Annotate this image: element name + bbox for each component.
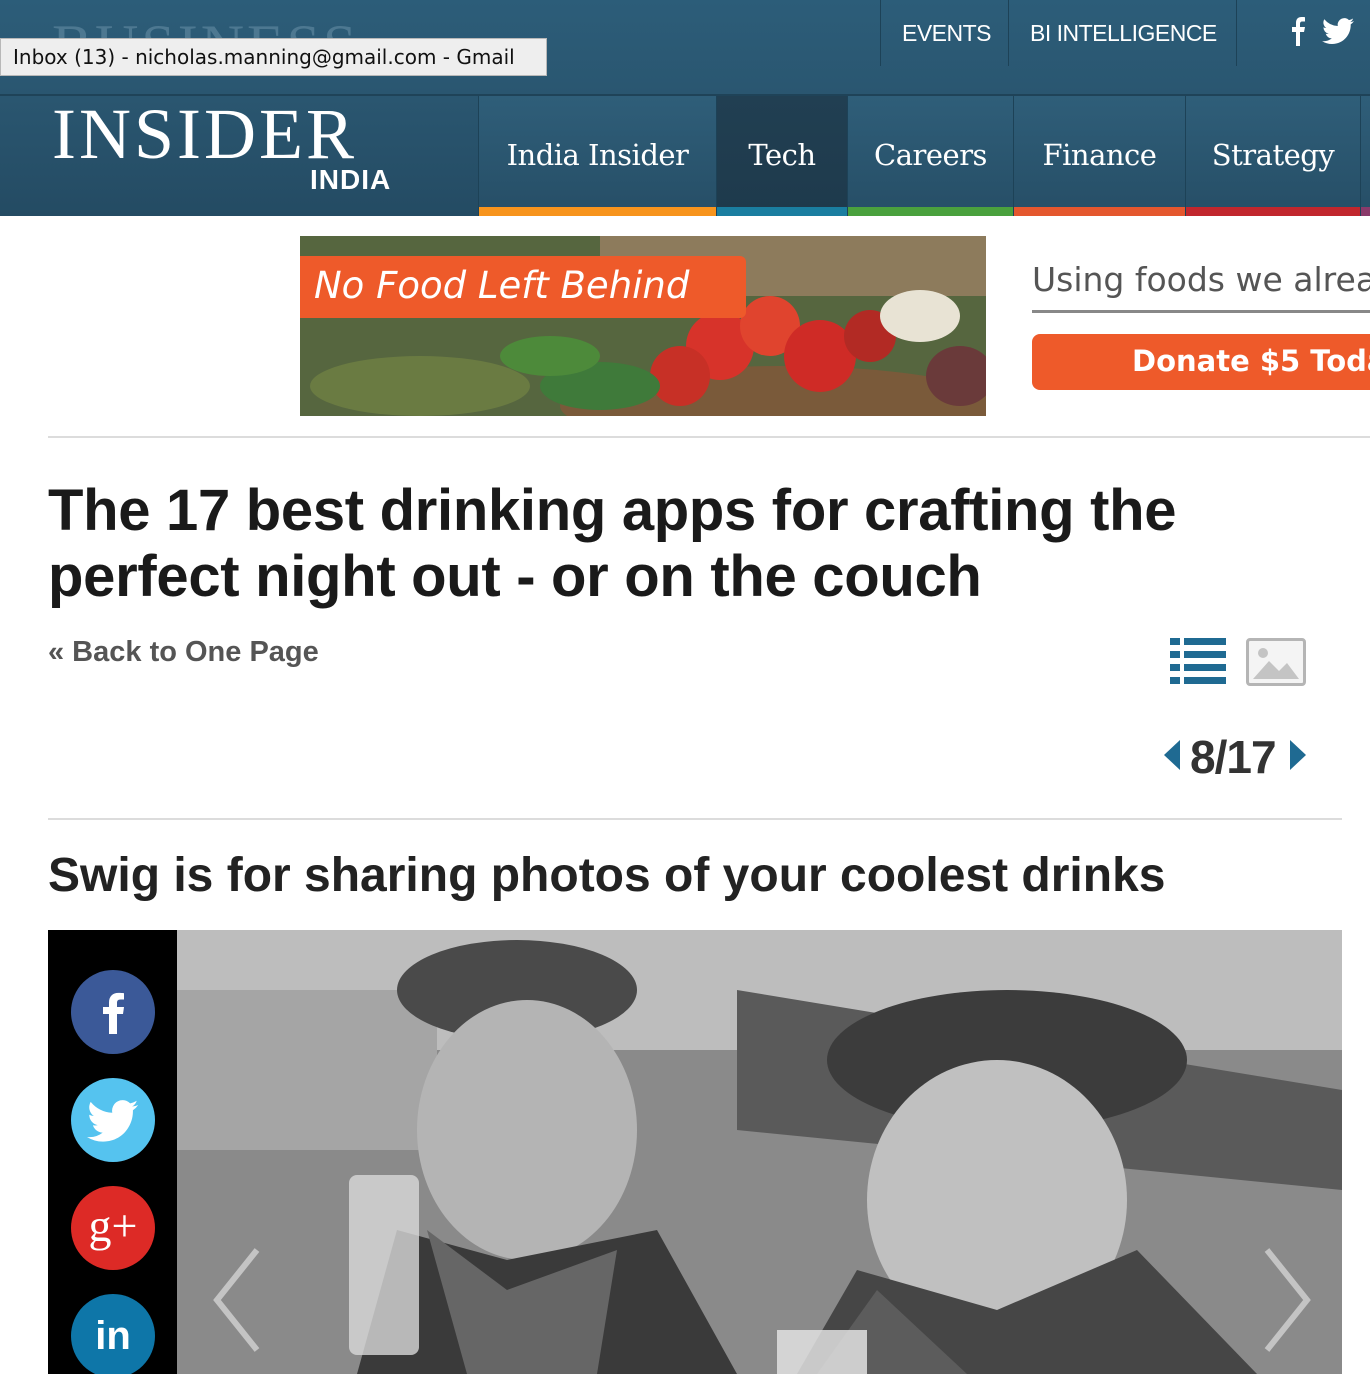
slide-photo: [177, 930, 1342, 1374]
tab-overflow: [1360, 96, 1370, 216]
tab-label: Strategy: [1211, 138, 1335, 172]
facebook-icon[interactable]: [1290, 16, 1306, 50]
brand-logo[interactable]: INSIDER: [52, 98, 357, 170]
twitter-icon[interactable]: [1322, 16, 1354, 50]
slide-pager: 8/17: [1164, 728, 1314, 783]
donate-button[interactable]: Donate $5 Toda: [1032, 334, 1370, 390]
back-to-one-page-link[interactable]: « Back to One Page: [48, 636, 319, 669]
tab-tech[interactable]: Tech: [716, 96, 847, 216]
tab-strategy[interactable]: Strategy: [1185, 96, 1360, 216]
list-view-icon[interactable]: [1170, 638, 1226, 684]
google-plus-glyph: g+: [88, 1200, 138, 1251]
article-headline: The 17 best drinking apps for crafting t…: [48, 478, 1177, 609]
bi-intelligence-link[interactable]: BI INTELLIGENCE: [1030, 18, 1217, 48]
ad-tagline: No Food Left Behind: [300, 256, 746, 318]
linkedin-share-icon[interactable]: in: [71, 1294, 155, 1374]
brand-edition: INDIA: [310, 164, 392, 195]
tab-india-insider[interactable]: India Insider: [478, 96, 716, 216]
photo-prev-arrow-icon[interactable]: [207, 1240, 267, 1360]
share-bar: g+ in: [48, 930, 177, 1374]
tab-accent-bar: [1014, 207, 1185, 216]
divider: [48, 436, 1370, 438]
google-plus-share-icon[interactable]: g+: [71, 1186, 155, 1270]
slide-title: Swig is for sharing photos of your coole…: [48, 849, 1166, 902]
tab-label: Finance: [1042, 138, 1157, 172]
util-divider: [1236, 0, 1237, 66]
tab-label: India Insider: [506, 138, 689, 172]
divider: [48, 818, 1342, 820]
ad-image[interactable]: No Food Left Behind: [300, 236, 986, 416]
photo-two-men-laughing: [177, 930, 1342, 1374]
tab-accent-bar: [1186, 207, 1360, 216]
util-divider: [1008, 0, 1009, 66]
image-view-icon[interactable]: [1246, 638, 1306, 686]
ad-text: Using foods we alread: [1032, 260, 1370, 299]
browser-tooltip: Inbox (13) - nicholas.manning@gmail.com …: [0, 38, 547, 76]
ad-rule: [1032, 310, 1370, 313]
tab-accent-bar: [717, 207, 847, 216]
ad-copy-panel: Using foods we alread Donate $5 Toda: [986, 236, 1370, 416]
events-link[interactable]: EVENTS: [902, 18, 992, 48]
site-header: BUSINESS INSIDER INDIA EVENTS BI INTELLI…: [0, 0, 1370, 216]
page: BUSINESS INSIDER INDIA EVENTS BI INTELLI…: [0, 0, 1370, 1374]
tab-label: Careers: [874, 138, 987, 172]
prev-arrow-icon[interactable]: [1164, 740, 1182, 775]
slide-counter: 8/17: [1190, 731, 1277, 783]
tab-label: Tech: [748, 138, 816, 172]
linkedin-glyph: in: [95, 1314, 131, 1358]
tab-careers[interactable]: Careers: [847, 96, 1013, 216]
tab-accent-bar: [848, 207, 1013, 216]
next-arrow-icon[interactable]: [1288, 740, 1306, 775]
tab-accent-bar: [479, 207, 716, 216]
util-divider: [880, 0, 881, 66]
twitter-share-icon[interactable]: [71, 1078, 155, 1162]
tab-finance[interactable]: Finance: [1013, 96, 1185, 216]
facebook-share-icon[interactable]: [71, 970, 155, 1054]
tab-accent-bar: [1361, 207, 1370, 216]
photo-next-arrow-icon[interactable]: [1257, 1240, 1317, 1360]
